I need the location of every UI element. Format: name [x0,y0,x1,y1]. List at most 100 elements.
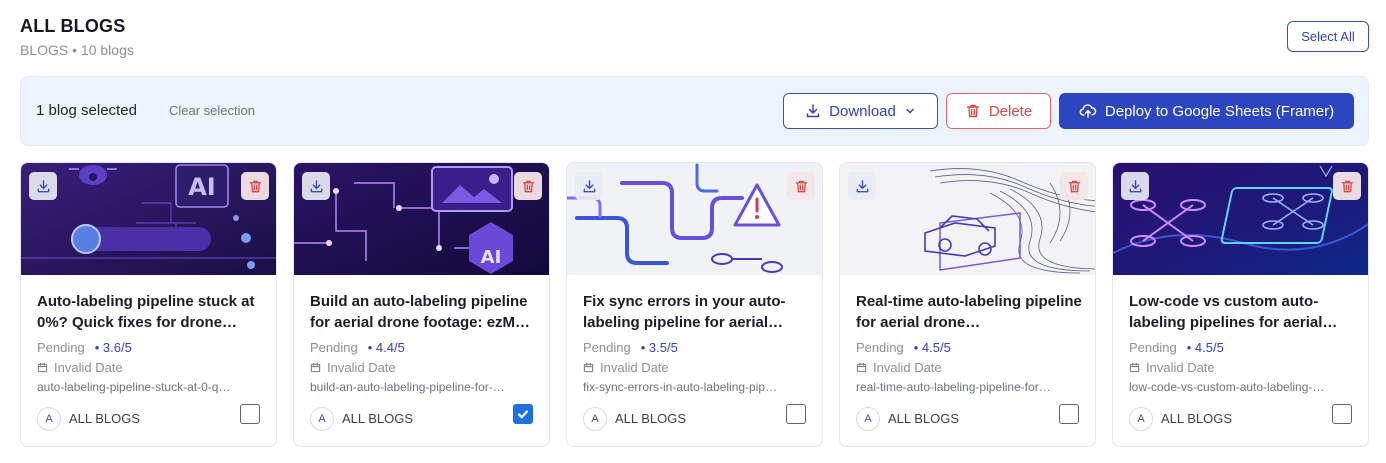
blog-card[interactable]: AI Auto-labeling pipeline stuck at 0%? Q… [20,162,277,447]
trash-icon [1341,180,1353,192]
ai-drone-illustration: AI [21,163,276,275]
download-icon [310,179,322,192]
card-download-button[interactable] [575,172,603,200]
download-icon [806,104,820,118]
card-download-button[interactable] [29,172,57,200]
card-meta: Pending • 3.6/5 [37,340,132,355]
select-checkbox[interactable] [240,404,260,424]
card-date-row: Invalid Date [583,360,669,375]
calendar-icon [310,362,321,373]
select-checkbox[interactable] [786,404,806,424]
blog-thumbnail: AI [294,163,549,275]
trash-icon [1068,180,1080,192]
download-icon [583,179,595,192]
status-label: Pending [37,340,85,355]
author-label: ALL BLOGS [615,411,687,426]
card-date-row: Invalid Date [37,360,123,375]
chevron-down-icon [906,108,914,114]
calendar-icon [583,362,594,373]
clear-selection-link[interactable]: Clear selection [169,103,255,118]
card-date-row: Invalid Date [1129,360,1215,375]
svg-text:AI: AI [481,247,502,268]
card-title[interactable]: Build an auto-labeling pipeline for aeri… [310,291,538,333]
slug-label: real-time-auto-labeling-pipeline-for… [856,380,1051,394]
rating-label: • 3.5/5 [640,340,678,355]
slug-label: fix-sync-errors-in-auto-labeling-pip… [583,380,778,394]
blog-thumbnail [567,163,822,275]
status-label: Pending [583,340,631,355]
download-icon [856,179,868,192]
card-download-button[interactable] [1121,172,1149,200]
delete-button[interactable]: Delete [946,93,1051,129]
blog-card[interactable]: Fix sync errors in your auto-labeling pi… [566,162,823,447]
trash-icon [522,180,534,192]
card-date-row: Invalid Date [856,360,942,375]
date-label: Invalid Date [327,360,396,375]
avatar: A [583,407,607,431]
blog-thumbnail [1113,163,1368,275]
card-meta: Pending • 4.5/5 [856,340,951,355]
wireframe-car-illustration [840,163,1095,275]
download-label: Download [829,102,896,120]
card-meta: Pending • 3.5/5 [583,340,678,355]
slug-label: build-an-auto-labeling-pipeline-for-… [310,380,505,394]
rating-label: • 4.4/5 [367,340,405,355]
card-delete-button[interactable] [1333,172,1361,200]
card-title[interactable]: Real-time auto-labeling pipeline for aer… [856,291,1084,333]
deploy-google-sheets-button[interactable]: Deploy to Google Sheets (Framer) [1059,93,1354,129]
select-checkbox[interactable] [513,404,533,424]
card-date-row: Invalid Date [310,360,396,375]
card-delete-button[interactable] [787,172,815,200]
status-label: Pending [310,340,358,355]
author-label: ALL BLOGS [69,411,141,426]
card-title[interactable]: Low-code vs custom auto-labeling pipelin… [1129,291,1357,333]
blog-card[interactable]: AI Build an auto-labeling pipeline for a… [293,162,550,447]
card-delete-button[interactable] [1060,172,1088,200]
svg-text:AI: AI [188,173,216,201]
card-title[interactable]: Auto-labeling pipeline stuck at 0%? Quic… [37,291,265,333]
rating-label: • 4.5/5 [1186,340,1224,355]
card-download-button[interactable] [848,172,876,200]
pipes-warning-illustration [567,163,822,275]
blog-thumbnail [840,163,1095,275]
card-title[interactable]: Fix sync errors in your auto-labeling pi… [583,291,811,333]
status-label: Pending [856,340,904,355]
card-meta: Pending • 4.5/5 [1129,340,1224,355]
card-delete-button[interactable] [514,172,542,200]
blog-card[interactable]: Low-code vs custom auto-labeling pipelin… [1112,162,1369,447]
deploy-label: Deploy to Google Sheets (Framer) [1104,102,1335,120]
date-label: Invalid Date [54,360,123,375]
rating-label: • 4.5/5 [913,340,951,355]
calendar-icon [856,362,867,373]
select-checkbox[interactable] [1059,404,1079,424]
download-button[interactable]: Download [783,93,938,129]
avatar: A [37,407,61,431]
avatar: A [310,407,334,431]
avatar: A [856,407,880,431]
date-label: Invalid Date [600,360,669,375]
trash-icon [966,104,980,118]
card-download-button[interactable] [302,172,330,200]
checkmark-icon [517,410,529,419]
blog-card[interactable]: Real-time auto-labeling pipeline for aer… [839,162,1096,447]
card-delete-button[interactable] [241,172,269,200]
page-title: ALL BLOGS [20,16,126,36]
circuit-image-ai-illustration: AI [294,163,549,275]
download-icon [37,179,49,192]
page-subtitle: BLOGS • 10 blogs [20,42,134,58]
author-label: ALL BLOGS [1161,411,1233,426]
rating-label: • 3.6/5 [94,340,132,355]
neon-drones-illustration [1113,163,1368,275]
slug-label: auto-labeling-pipeline-stuck-at-0-q… [37,380,231,394]
select-all-button[interactable]: Select All [1287,21,1369,52]
delete-label: Delete [988,102,1033,120]
selection-bar: 1 blog selected Clear selection Download… [20,76,1369,146]
avatar: A [1129,407,1153,431]
date-label: Invalid Date [873,360,942,375]
select-checkbox[interactable] [1332,404,1352,424]
slug-label: low-code-vs-custom-auto-labeling-… [1129,380,1325,394]
selection-count: 1 blog selected [36,102,137,119]
trash-icon [795,180,807,192]
calendar-icon [37,362,48,373]
status-label: Pending [1129,340,1177,355]
